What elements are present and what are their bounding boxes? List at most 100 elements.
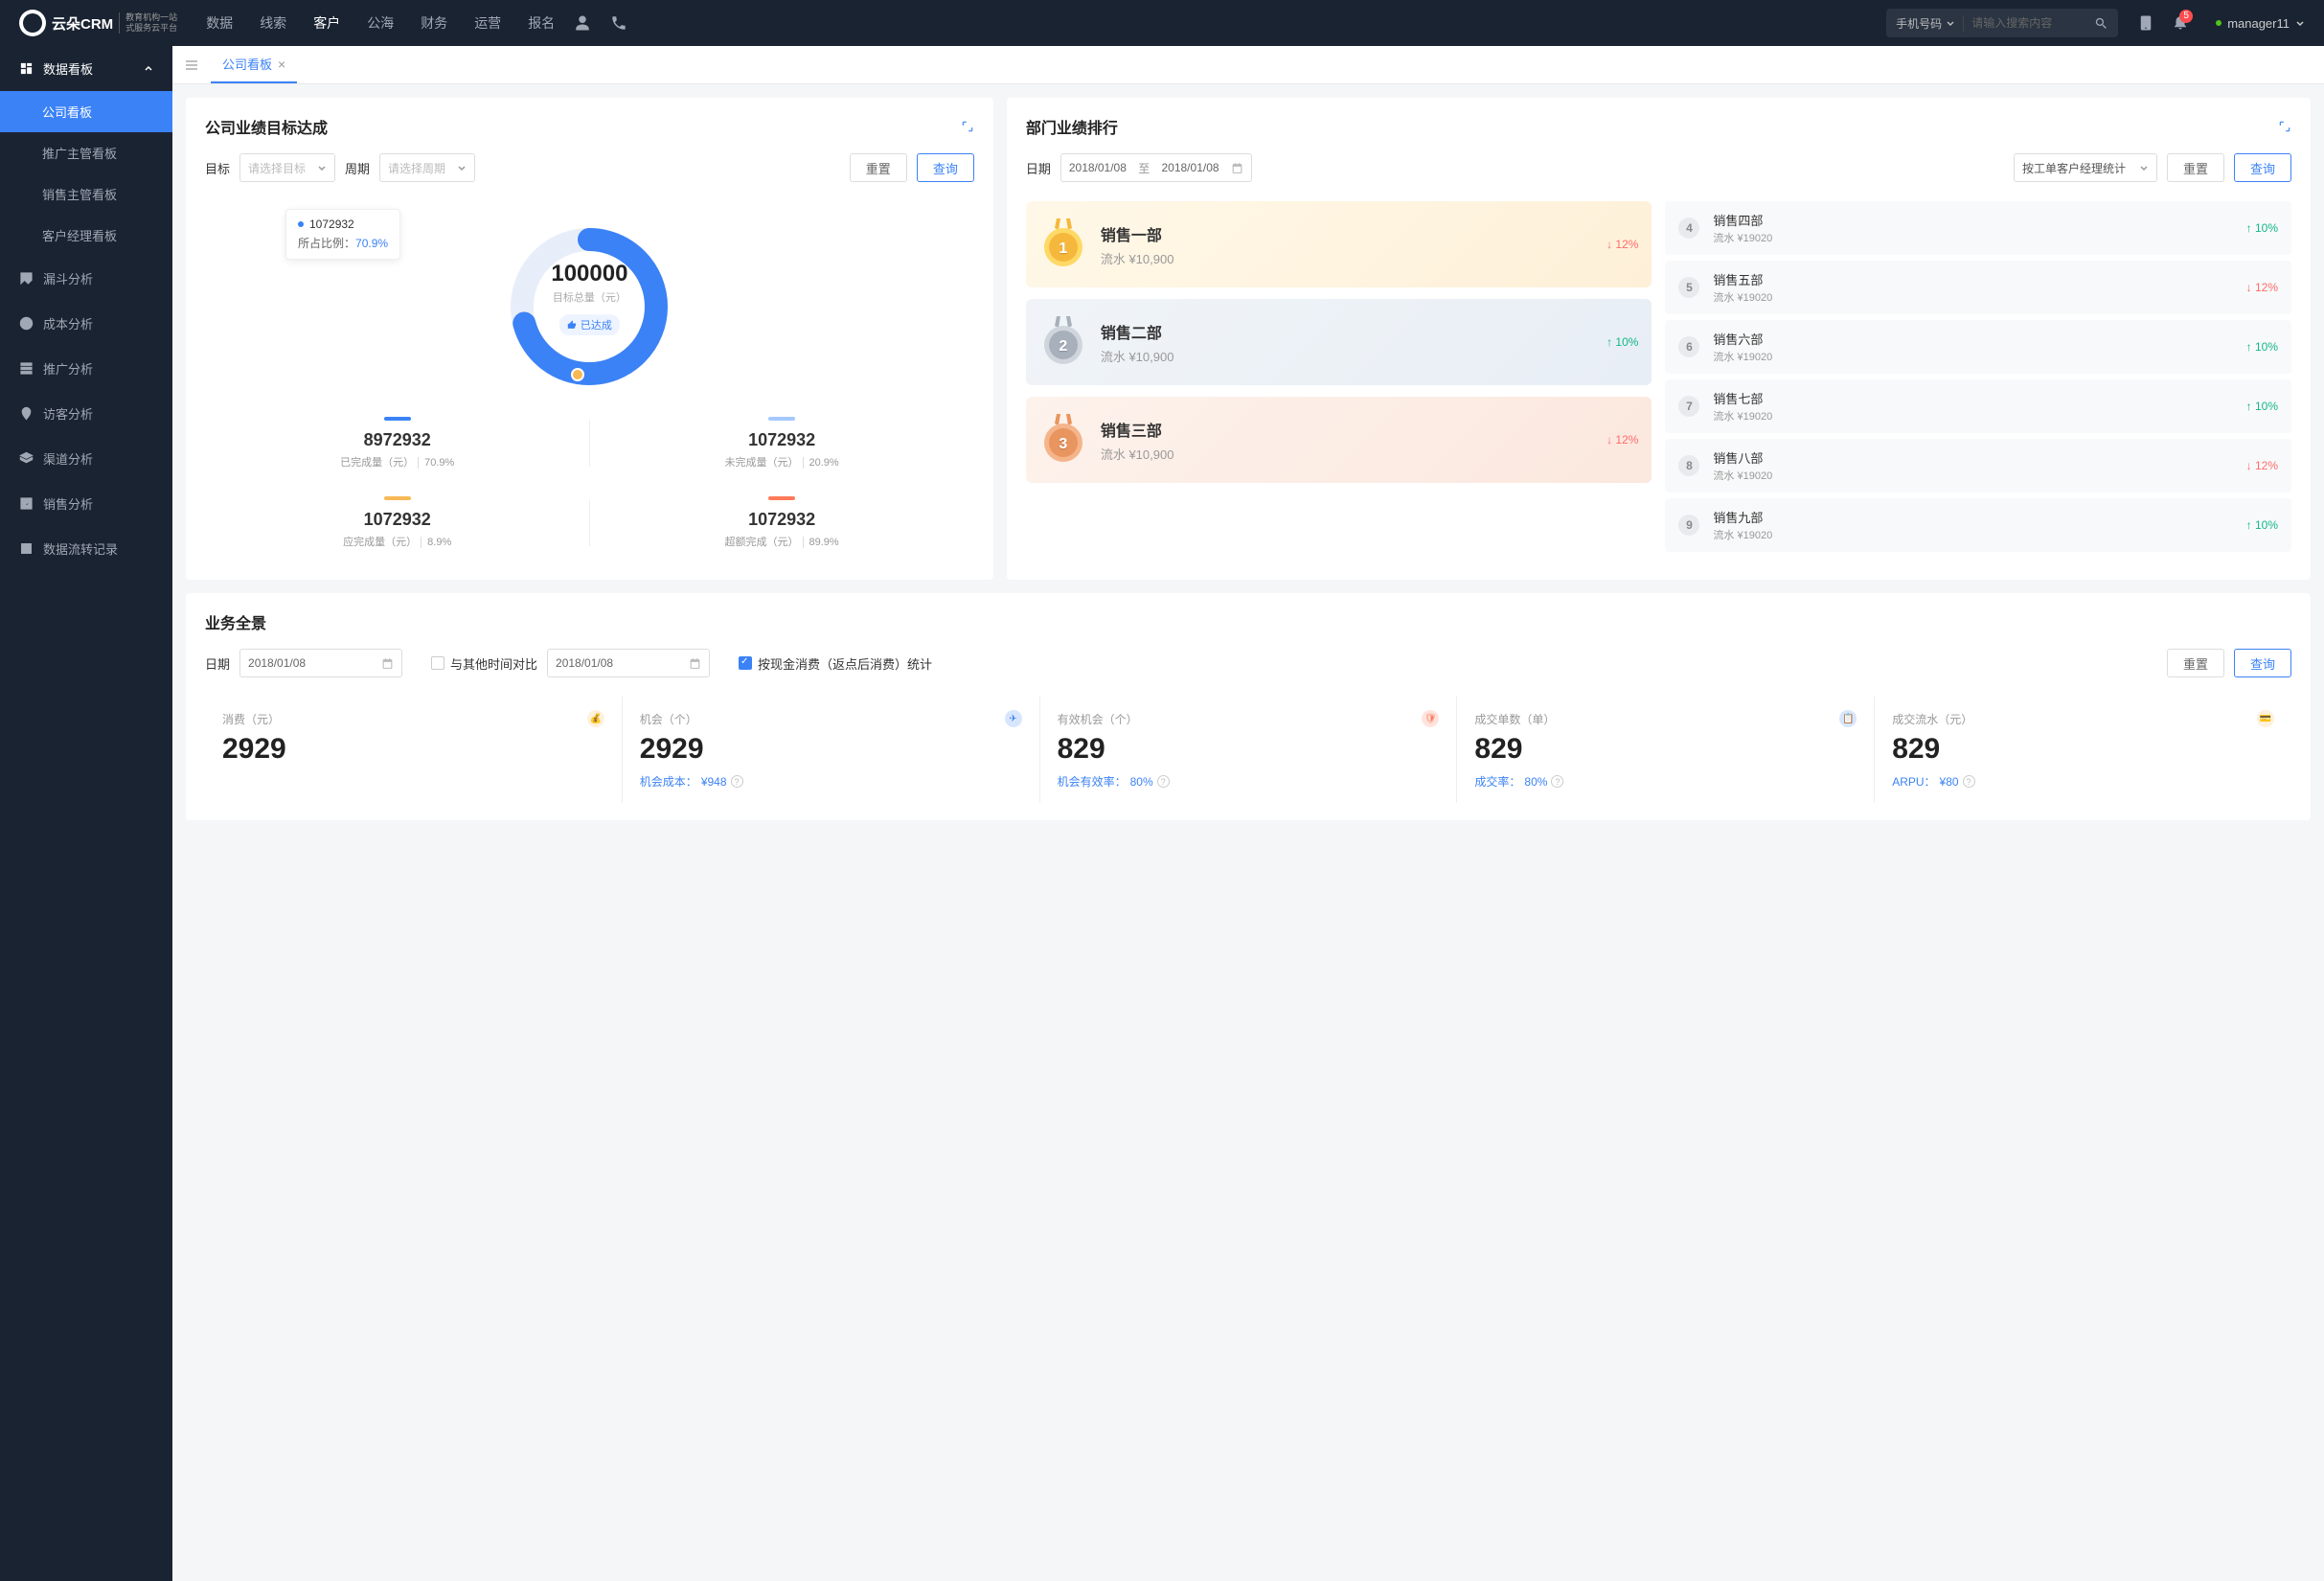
username: manager11 xyxy=(2227,16,2290,31)
date-input-1[interactable]: 2018/01/08 xyxy=(239,649,402,677)
tooltip-value: 1072932 xyxy=(309,218,354,231)
target-select[interactable]: 请选择目标 xyxy=(239,153,335,182)
search-icon[interactable] xyxy=(2094,16,2108,31)
rank-card[interactable]: 3 销售三部 流水 ¥10,900 ↓ 12% xyxy=(1026,397,1652,483)
sidebar-item-label: 数据流转记录 xyxy=(43,539,118,558)
rank-name: 销售四部 xyxy=(1713,211,2232,229)
expand-icon[interactable] xyxy=(2278,120,2291,133)
trend-indicator: ↓ 12% xyxy=(1606,238,1638,251)
date-range-input[interactable]: 2018/01/08 至 2018/01/08 xyxy=(1060,153,1252,182)
nav-item[interactable]: 客户 xyxy=(313,13,340,33)
sidebar-item[interactable]: 销售分析 xyxy=(0,481,172,526)
calendar-icon xyxy=(689,657,701,670)
rank-card[interactable]: 2 销售二部 流水 ¥10,900 ↑ 10% xyxy=(1026,299,1652,385)
help-icon[interactable]: ? xyxy=(1963,775,1975,788)
search-type-select[interactable]: 手机号码 xyxy=(1896,15,1964,32)
sidebar-sub-item[interactable]: 推广主管看板 xyxy=(0,132,172,173)
sidebar-sub-item[interactable]: 销售主管看板 xyxy=(0,173,172,215)
sidebar-item[interactable]: 推广分析 xyxy=(0,346,172,391)
tab-close-icon[interactable]: × xyxy=(278,57,285,71)
query-button[interactable]: 查询 xyxy=(2234,153,2291,182)
nav-item[interactable]: 报名 xyxy=(528,13,555,33)
nav-item[interactable]: 运营 xyxy=(474,13,501,33)
sidebar: 数据看板 公司看板推广主管看板销售主管看板客户经理看板 漏斗分析成本分析推广分析… xyxy=(0,46,172,1581)
trend-indicator: ↑ 10% xyxy=(2246,221,2278,235)
nav-item[interactable]: 数据 xyxy=(206,13,233,33)
notification-bell[interactable]: 5 xyxy=(2172,13,2189,34)
logo[interactable]: 云朵CRM 教育机构一站 式服务云平台 xyxy=(19,10,177,36)
help-icon[interactable]: ? xyxy=(1551,775,1563,788)
menu-icon xyxy=(19,406,34,421)
expand-icon[interactable] xyxy=(961,120,974,133)
checkbox-label: 与其他时间对比 xyxy=(450,654,537,673)
sidebar-item[interactable]: 渠道分析 xyxy=(0,436,172,481)
rank-value: 流水 ¥19020 xyxy=(1713,230,2232,245)
sidebar-item[interactable]: 数据流转记录 xyxy=(0,526,172,571)
statby-select[interactable]: 按工单客户经理统计 xyxy=(2014,153,2157,182)
rank-item[interactable]: 6 销售六部 流水 ¥19020 ↑ 10% xyxy=(1665,320,2291,374)
sidebar-item-label: 渠道分析 xyxy=(43,449,93,468)
rank-value: 流水 ¥10,900 xyxy=(1101,445,1593,463)
overview-card[interactable]: 机会（个） ✈ 2929机会成本：¥948? xyxy=(622,697,1039,803)
reset-button[interactable]: 重置 xyxy=(850,153,907,182)
compare-checkbox[interactable]: 与其他时间对比 xyxy=(431,654,537,673)
donut-chart: 1072932 所占比例：70.9% 100000 目标总量（元） xyxy=(205,201,974,402)
sidebar-item[interactable]: 成本分析 xyxy=(0,301,172,346)
main-area: 公司看板 × 公司业绩目标达成 目标 请选择目标 xyxy=(172,46,2324,1581)
help-icon[interactable]: ? xyxy=(1157,775,1170,788)
sidebar-group-dashboard[interactable]: 数据看板 xyxy=(0,46,172,91)
stat-icon: 💰 xyxy=(587,710,604,727)
reset-button[interactable]: 重置 xyxy=(2167,153,2224,182)
rank-card[interactable]: 1 销售一部 流水 ¥10,900 ↓ 12% xyxy=(1026,201,1652,287)
logo-subtitle: 教育机构一站 式服务云平台 xyxy=(119,12,177,34)
user-icon[interactable] xyxy=(574,14,591,32)
nav-item[interactable]: 线索 xyxy=(260,13,286,33)
sidebar-sub-item[interactable]: 客户经理看板 xyxy=(0,215,172,256)
rank-item[interactable]: 5 销售五部 流水 ¥19020 ↓ 12% xyxy=(1665,261,2291,314)
date-value: 2018/01/08 xyxy=(248,656,306,670)
reset-button[interactable]: 重置 xyxy=(2167,649,2224,677)
rank-value: 流水 ¥19020 xyxy=(1713,349,2232,364)
trend-indicator: ↓ 12% xyxy=(1606,433,1638,447)
calendar-icon xyxy=(1231,162,1243,174)
tab-company-dashboard[interactable]: 公司看板 × xyxy=(211,47,297,83)
chevron-down-icon xyxy=(1946,18,1955,28)
hamburger-icon[interactable] xyxy=(184,57,199,73)
chevron-down-icon xyxy=(317,163,327,172)
overview-card[interactable]: 消费（元） 💰 2929 xyxy=(205,697,622,803)
cash-checkbox[interactable]: 按现金消费（返点后消费）统计 xyxy=(739,654,932,673)
help-icon[interactable]: ? xyxy=(731,775,743,788)
overview-card[interactable]: 有效机会（个） 🛡 829机会有效率：80%? xyxy=(1039,697,1457,803)
rank-item[interactable]: 9 销售九部 流水 ¥19020 ↑ 10% xyxy=(1665,498,2291,552)
nav-menu: 数据 线索 客户 公海 财务 运营 报名 xyxy=(206,13,555,33)
stat-cell: 1072932 未完成量（元）20.9% xyxy=(589,403,973,483)
sidebar-item[interactable]: 访客分析 xyxy=(0,391,172,436)
rank-item[interactable]: 4 销售四部 流水 ¥19020 ↑ 10% xyxy=(1665,201,2291,255)
medal-icon: 3 xyxy=(1039,414,1087,466)
trend-indicator: ↑ 10% xyxy=(2246,340,2278,354)
overview-sub: 机会成本：¥948? xyxy=(640,773,1022,790)
sidebar-sub-item[interactable]: 公司看板 xyxy=(0,91,172,132)
search-input[interactable] xyxy=(1971,16,2086,30)
rank-value: 流水 ¥19020 xyxy=(1713,468,2232,483)
nav-item[interactable]: 公海 xyxy=(367,13,394,33)
date-input-2[interactable]: 2018/01/08 xyxy=(547,649,710,677)
overview-card[interactable]: 成交单数（单） 📋 829成交率：80%? xyxy=(1456,697,1874,803)
mobile-icon[interactable] xyxy=(2137,14,2154,32)
query-button[interactable]: 查询 xyxy=(2234,649,2291,677)
user-menu[interactable]: manager11 xyxy=(2216,16,2305,31)
period-select[interactable]: 请选择周期 xyxy=(379,153,475,182)
date-to: 2018/01/08 xyxy=(1161,161,1219,174)
nav-item[interactable]: 财务 xyxy=(421,13,447,33)
overview-card[interactable]: 成交流水（元） 💳 829ARPU：¥80? xyxy=(1874,697,2291,803)
sidebar-item[interactable]: 漏斗分析 xyxy=(0,256,172,301)
overview-number: 829 xyxy=(1058,733,1440,766)
rank-item[interactable]: 7 销售七部 流水 ¥19020 ↑ 10% xyxy=(1665,379,2291,433)
overview-number: 829 xyxy=(1474,733,1857,766)
date-label: 日期 xyxy=(205,654,230,673)
phone-icon[interactable] xyxy=(610,14,627,32)
panel-ranking: 部门业绩排行 日期 2018/01/08 至 2018/01/08 xyxy=(1007,98,2311,580)
query-button[interactable]: 查询 xyxy=(917,153,974,182)
rank-name: 销售二部 xyxy=(1101,320,1593,343)
rank-item[interactable]: 8 销售八部 流水 ¥19020 ↓ 12% xyxy=(1665,439,2291,493)
